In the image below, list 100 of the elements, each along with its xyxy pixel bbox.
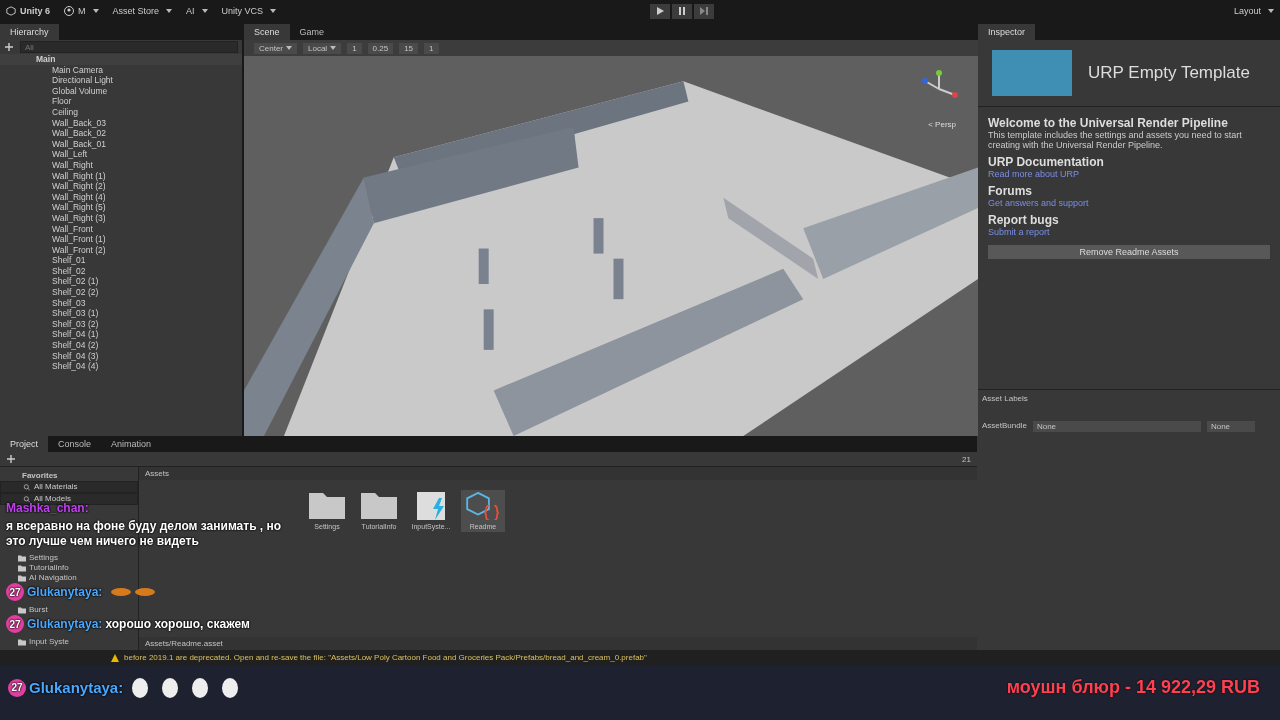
tree-item[interactable]: Burst [0, 605, 138, 615]
link[interactable]: Read more about URP [988, 169, 1080, 179]
folder-icon [18, 638, 26, 646]
ai-menu[interactable]: AI [186, 6, 208, 16]
link[interactable]: Submit a report [988, 227, 1050, 237]
search-field[interactable]: All [20, 41, 238, 53]
tree-item[interactable]: All Materials [0, 481, 138, 493]
game-object-item[interactable]: Wall_Right [0, 159, 242, 171]
add-icon[interactable] [6, 454, 16, 464]
remove-readme-button[interactable]: Remove Readme Assets [988, 245, 1270, 259]
pause-icon [677, 6, 688, 16]
game-object-item[interactable]: Floor [0, 96, 242, 107]
game-object-item[interactable]: Main Camera [0, 64, 242, 76]
play-button[interactable] [650, 3, 671, 19]
game-object-item[interactable]: Wall_Right (2) [0, 181, 242, 192]
folder-icon [361, 492, 397, 520]
game-object-item[interactable]: Shelf_02 (1) [0, 276, 242, 288]
emote-icon [132, 677, 239, 698]
tree-item[interactable]: Settings [0, 553, 138, 563]
caret-icon [1268, 9, 1274, 13]
warning-icon [110, 652, 120, 663]
search-icon [23, 495, 31, 503]
game-object-item[interactable]: Wall_Front [0, 223, 242, 235]
game-object-item[interactable]: Global Volume [0, 85, 242, 97]
cube-icon [6, 6, 16, 16]
game-tab[interactable]: Game [289, 24, 335, 40]
pause-button[interactable] [672, 3, 693, 19]
hierarchy-tab[interactable]: Hierarchy [0, 24, 59, 40]
layout-menu[interactable]: Layout [1233, 6, 1274, 16]
scale-snap-field[interactable]: 1 [424, 42, 439, 54]
game-object-item[interactable]: Shelf_04 (3) [0, 350, 242, 362]
description-text: This template includes the settings and assets you need to start creating with the Universal Render Pipeline. [988, 130, 1243, 150]
game-object-item[interactable]: Wall_Right (1) [0, 170, 242, 182]
game-object-item[interactable]: Directional Light [0, 75, 242, 86]
game-object-item[interactable]: Wall_Back_03 [0, 117, 242, 129]
inspector-tab[interactable]: Inspector [978, 24, 1036, 40]
chat-username: Glukanytaya: [27, 584, 103, 600]
pivot-dropdown[interactable]: Center [254, 42, 297, 54]
section-heading: URP Documentation [988, 155, 1104, 169]
folder-icon [309, 492, 345, 520]
folder-icon [18, 606, 26, 614]
space-dropdown[interactable]: Local [303, 42, 342, 54]
tree-item[interactable]: AI Navigation [0, 573, 138, 583]
game-object-item[interactable]: Wall_Right (5) [0, 202, 242, 213]
game-object-item[interactable]: Wall_Front (1) [0, 234, 242, 245]
tree-item[interactable]: TutorialInfo [0, 563, 138, 573]
asset-labels-header: Asset Labels [982, 394, 1029, 403]
game-object-item[interactable]: Wall_Left [0, 149, 242, 160]
section-heading: Welcome to the Universal Render Pipeline [988, 116, 1228, 130]
caret-icon [201, 9, 208, 13]
asset-store-menu[interactable]: Asset Store [112, 6, 173, 16]
game-object-item[interactable]: Wall_Back_02 [0, 128, 242, 139]
variant-dropdown[interactable]: None [1206, 421, 1255, 432]
template-title: URP Empty Template [1088, 63, 1250, 83]
link[interactable]: Get answers and support [988, 198, 1089, 208]
panel-tab[interactable]: Project [0, 436, 48, 452]
panel-tab[interactable]: Animation [101, 436, 162, 452]
scene-tab[interactable]: Scene [244, 24, 290, 40]
step-button[interactable] [694, 3, 715, 19]
add-icon[interactable] [4, 42, 14, 52]
game-object-item[interactable]: Shelf_04 (1) [0, 329, 242, 341]
chat-username: Glukanytaya: [29, 680, 124, 695]
caret-icon [330, 46, 337, 50]
sub-badge: 27 [6, 583, 24, 601]
game-object-item[interactable]: Wall_Back_01 [0, 138, 242, 150]
sub-badge: 27 [6, 615, 24, 633]
breadcrumb[interactable]: Assets [139, 467, 977, 480]
favorites-header[interactable]: Favorites [0, 471, 138, 481]
cube-braces-icon [465, 492, 501, 520]
asset-bundle-label: AssetBundle [982, 421, 1027, 432]
game-object-item[interactable]: Shelf_02 (2) [0, 287, 242, 298]
caret-icon [166, 9, 173, 13]
unity-menu[interactable]: Unity 6 [6, 6, 50, 16]
game-object-item[interactable]: Shelf_03 (2) [0, 318, 242, 330]
game-object-item[interactable]: Shelf_04 (2) [0, 340, 242, 351]
projection-label[interactable]: < Persp [928, 120, 956, 129]
panel-tab[interactable]: Console [48, 436, 102, 452]
game-object-item[interactable]: Wall_Right (4) [0, 191, 242, 203]
vcs-menu[interactable]: Unity VCS [221, 6, 277, 16]
section-heading: Report bugs [988, 213, 1059, 227]
emote-icon [111, 588, 156, 596]
game-object-item[interactable]: Wall_Front (2) [0, 244, 242, 256]
axis-gizmo-icon[interactable] [922, 70, 958, 98]
game-object-item[interactable]: Ceiling [0, 106, 242, 118]
move-snap-field[interactable]: 0.25 [367, 42, 394, 54]
grid-size-field[interactable]: 1 [347, 42, 362, 54]
chat-username: Glukanytaya: [27, 616, 103, 632]
rotate-snap-field[interactable]: 15 [399, 42, 419, 54]
game-object-item[interactable]: Shelf_03 [0, 297, 242, 309]
game-object-item[interactable]: Shelf_03 (1) [0, 308, 242, 319]
section-heading: Forums [988, 184, 1032, 198]
game-object-item[interactable]: Shelf_02 [0, 265, 242, 277]
scene-item[interactable]: Main [0, 54, 242, 65]
game-object-item[interactable]: Shelf_04 (4) [0, 361, 242, 372]
game-object-item[interactable]: Wall_Right (3) [0, 212, 242, 224]
asset-bundle-dropdown[interactable]: None [1032, 421, 1201, 432]
game-object-item[interactable]: Shelf_01 [0, 255, 242, 266]
tree-item[interactable]: Input Syste [0, 637, 138, 647]
donation-text: моушн блюр - 14 922,29 RUB [1006, 677, 1260, 698]
account-menu[interactable]: M [64, 6, 99, 16]
